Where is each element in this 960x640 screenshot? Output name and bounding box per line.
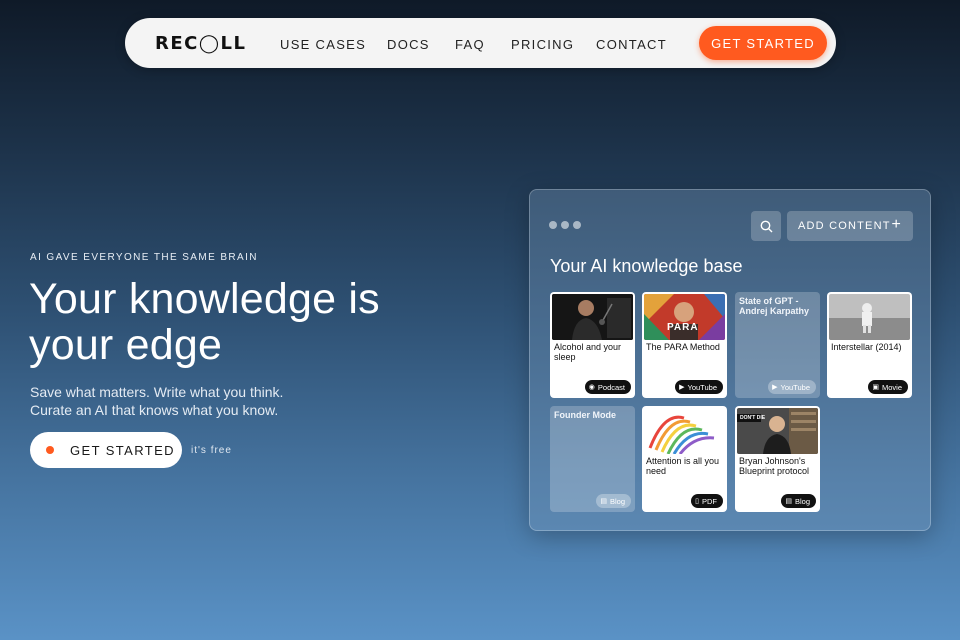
hero-headline-line1: Your knowledge is: [29, 275, 380, 323]
content-card[interactable]: Founder Mode ▤ Blog: [550, 406, 635, 512]
add-content-button[interactable]: ADD CONTENT +: [787, 211, 913, 241]
movie-thumbnail: [829, 294, 910, 340]
card-type-badge: ◉ Podcast: [584, 380, 631, 394]
search-icon: [760, 220, 772, 232]
hero-headline: Your knowledge is your edge: [29, 276, 449, 368]
content-card[interactable]: Attention is all you need ▯ PDF: [642, 406, 727, 512]
plus-icon: +: [891, 216, 902, 233]
content-card[interactable]: Interstellar (2014) ▣ Movie: [827, 292, 912, 398]
card-title: Founder Mode: [554, 410, 616, 420]
badge-label: PDF: [702, 496, 717, 506]
badge-label: YouTube: [687, 382, 717, 392]
para-thumb-text: PARA: [667, 322, 699, 333]
nav-link-faq[interactable]: FAQ: [455, 37, 485, 52]
add-content-label: ADD CONTENT: [798, 220, 891, 232]
nav-link-pricing[interactable]: PRICING: [511, 37, 574, 52]
blog-icon: ▤: [785, 498, 792, 505]
card-title: Alcohol and your sleep: [554, 342, 622, 362]
podcast-thumbnail: [552, 294, 633, 340]
orange-dot-icon: [46, 446, 54, 454]
search-button[interactable]: [751, 211, 781, 241]
knowledge-base-panel: ADD CONTENT + Your AI knowledge base Alc…: [529, 189, 931, 531]
panel-title: Your AI knowledge base: [550, 256, 743, 276]
card-title: Attention is all you need: [646, 456, 720, 476]
hero-get-started-button[interactable]: GET STARTED: [30, 432, 182, 468]
card-type-badge: ▤ Blog: [781, 494, 816, 508]
badge-label: Podcast: [597, 382, 625, 392]
card-type-badge: ▣ Movie: [868, 380, 908, 394]
card-title: State of GPT - Andrej Karpathy: [739, 296, 810, 316]
nav-link-contact[interactable]: CONTACT: [596, 37, 667, 52]
badge-label: Blog: [794, 496, 810, 506]
movie-icon: ▣: [872, 384, 879, 391]
content-card[interactable]: Alcohol and your sleep ◉ Podcast: [550, 292, 635, 398]
hero-eyebrow: AI GAVE EVERYONE THE SAME BRAIN: [30, 252, 258, 263]
badge-label: YouTube: [780, 382, 810, 392]
card-type-badge: ▤ Blog: [596, 494, 631, 508]
content-card[interactable]: PARA The PARA Method ▶ YouTube: [642, 292, 727, 398]
window-dots-icon: [549, 221, 581, 229]
hero-cta-note: it's free: [191, 445, 232, 456]
nav-link-use-cases[interactable]: USE CASES: [280, 37, 366, 52]
podcast-icon: ◉: [588, 384, 595, 391]
card-title: Bryan Johnson's Blueprint protocol: [739, 456, 810, 476]
pdf-icon: ▯: [695, 498, 699, 505]
recall-logo[interactable]: REC◯LL: [155, 33, 246, 54]
card-type-badge: ▶ YouTube: [768, 380, 816, 394]
blog-icon: ▤: [600, 498, 607, 505]
card-title: The PARA Method: [646, 342, 720, 352]
card-title: Interstellar (2014): [831, 342, 902, 352]
blog-thumbnail: DON'T DIE: [737, 408, 818, 454]
nav-get-started-button[interactable]: GET STARTED: [699, 26, 827, 60]
youtube-icon: ▶: [679, 384, 685, 391]
content-card[interactable]: State of GPT - Andrej Karpathy ▶ YouTube: [735, 292, 820, 398]
pdf-thumbnail: [644, 408, 725, 454]
hero-headline-line2: your edge: [29, 321, 223, 369]
hero-cta-label: GET STARTED: [70, 442, 175, 458]
blog-thumb-text: DON'T DIE: [740, 415, 766, 421]
content-card[interactable]: DON'T DIE Bryan Johnson's Blueprint prot…: [735, 406, 820, 512]
youtube-icon: ▶: [772, 384, 778, 391]
hero-sub-line1: Save what matters. Write what you think.: [30, 384, 284, 400]
para-thumbnail: PARA: [644, 294, 725, 340]
hero-sub-line2: Curate an AI that knows what you know.: [30, 402, 279, 418]
badge-label: Movie: [881, 382, 902, 392]
hero-subheadline: Save what matters. Write what you think.…: [30, 383, 350, 419]
badge-label: Blog: [609, 496, 625, 506]
card-type-badge: ▶ YouTube: [675, 380, 723, 394]
card-type-badge: ▯ PDF: [691, 494, 723, 508]
nav-link-docs[interactable]: DOCS: [387, 37, 430, 52]
top-nav: REC◯LL USE CASES DOCS FAQ PRICING CONTAC…: [125, 18, 836, 68]
